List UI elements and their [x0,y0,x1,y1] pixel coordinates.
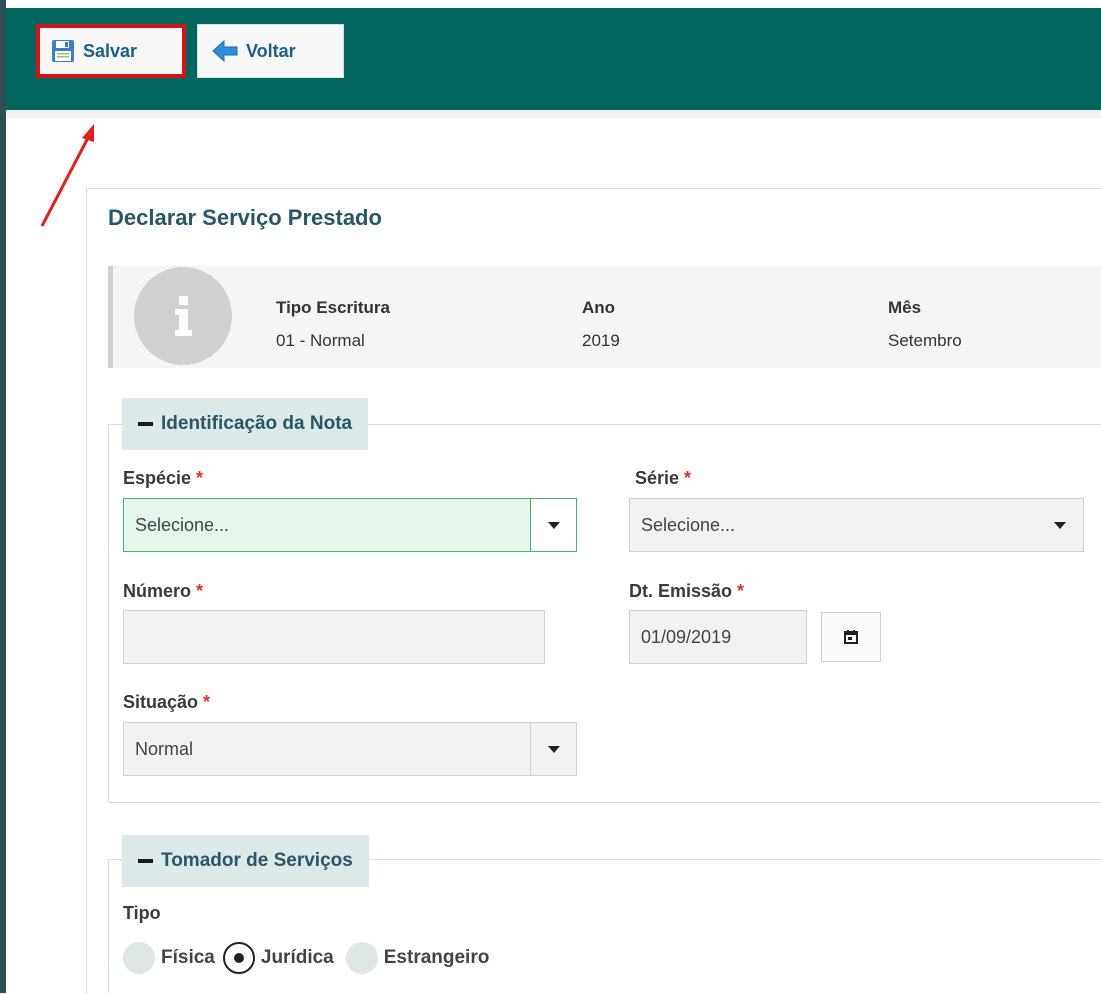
save-button-label: Salvar [83,40,138,61]
mes-label: Mês [888,298,922,317]
collapse-minus-icon [138,859,153,863]
back-button[interactable]: Voltar [197,24,344,78]
save-button[interactable]: Salvar [36,24,186,78]
radio-fisica[interactable] [123,942,155,974]
dt-emissao-input[interactable]: 01/09/2019 [629,610,807,664]
serie-label-text: Série [635,468,680,488]
back-button-label: Voltar [246,40,296,61]
required-mark: * [737,581,745,601]
page-title: Declarar Serviço Prestado [108,205,382,230]
tomador-legend-toggle[interactable]: Tomador de Serviços [122,835,369,887]
situacao-select-value: Normal [135,738,194,759]
ano-value: 2019 [582,331,620,350]
especie-label: Espécie * [123,468,203,489]
tipo-label: Tipo [123,903,161,923]
radio-juridica[interactable] [222,942,255,974]
left-border [0,0,6,993]
info-icon [134,267,232,365]
chevron-down-icon[interactable] [530,499,576,551]
dt-emissao-label: Dt. Emissão * [629,581,744,602]
numero-input[interactable] [123,610,545,664]
chevron-down-icon[interactable] [530,723,576,775]
dt-emissao-label-text: Dt. Emissão [629,581,733,601]
serie-label: Série * [635,468,691,489]
tipo-escritura-label: Tipo Escritura [276,298,390,317]
radio-estrangeiro[interactable] [345,942,378,974]
tomador-legend-label: Tomador de Serviços [161,850,353,871]
numero-label-text: Número [123,581,192,601]
identificacao-legend-toggle[interactable]: Identificação da Nota [122,398,369,450]
calendar-icon [844,630,858,644]
required-mark: * [203,692,211,712]
especie-select[interactable]: Selecione... [123,498,577,552]
toolbar-divider [6,110,1101,118]
radio-estrangeiro-label[interactable]: Estrangeiro [384,947,490,969]
situacao-label-text: Situação [123,692,199,712]
especie-select-value: Selecione... [135,514,230,535]
tipo-radio-group: Física Jurídica Estrangeiro [123,942,497,974]
identificacao-legend-label: Identificação da Nota [161,413,353,434]
numero-label: Número * [123,581,203,602]
tipo-escritura-value: 01 - Normal [276,331,365,350]
radio-juridica-label[interactable]: Jurídica [261,947,334,969]
serie-select-value: Selecione... [641,514,736,535]
ano-label: Ano [582,298,616,317]
chevron-down-icon[interactable] [1037,499,1083,551]
calendar-button[interactable] [821,612,881,662]
required-mark: * [196,468,204,488]
required-mark: * [196,581,204,601]
situacao-select[interactable]: Normal [123,722,577,776]
radio-fisica-label[interactable]: Física [161,947,215,969]
required-mark: * [684,468,692,488]
especie-label-text: Espécie [123,468,192,488]
floppy-disk-icon [51,39,75,63]
serie-select[interactable]: Selecione... [629,498,1084,552]
arrow-left-icon [212,40,238,62]
situacao-label: Situação * [123,692,210,713]
mes-value: Setembro [888,331,962,350]
collapse-minus-icon [138,422,153,426]
